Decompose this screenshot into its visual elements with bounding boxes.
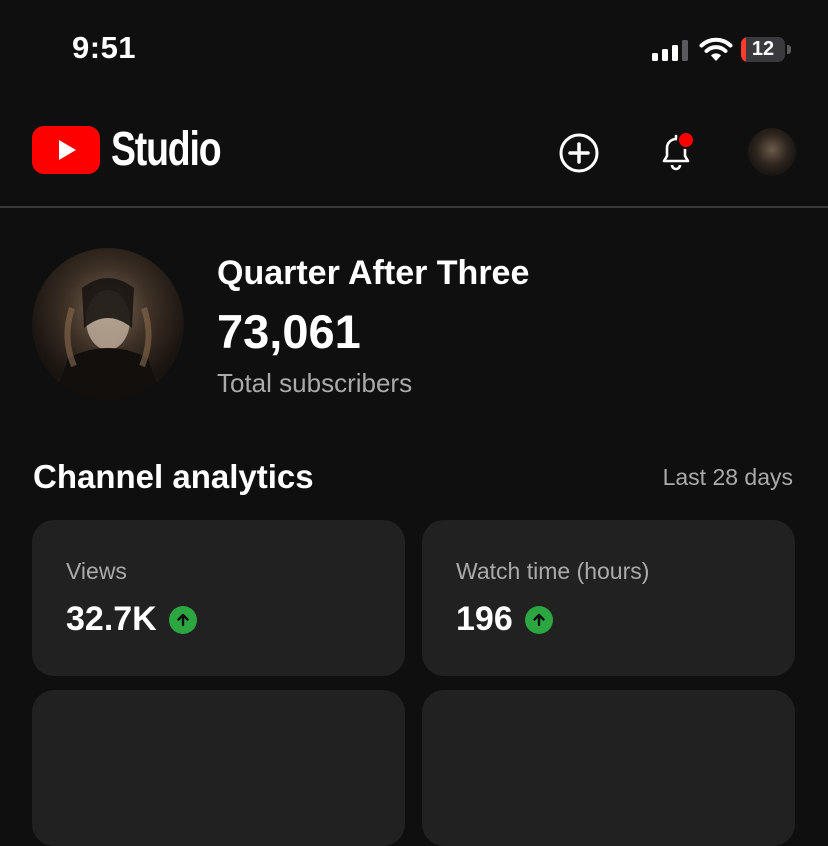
subscriber-label: Total subscribers — [217, 368, 413, 398]
views-value: 32.7K — [66, 600, 157, 638]
trend-up-icon — [524, 605, 553, 634]
subscriber-count: 73,061 — [217, 305, 361, 358]
notification-bell-icon — [662, 131, 695, 171]
header-divider — [0, 206, 828, 208]
create-button[interactable] — [556, 130, 602, 176]
trend-up-icon — [168, 605, 197, 634]
watch-time-card[interactable]: Watch time (hours) 196 — [422, 520, 795, 676]
analytics-period[interactable]: Last 28 days — [663, 464, 793, 491]
status-time: 9:51 — [72, 30, 137, 65]
channel-avatar-image — [54, 278, 162, 400]
views-label: Views — [66, 558, 127, 584]
channel-name: Quarter After Three — [217, 254, 530, 292]
youtube-logo-icon[interactable] — [32, 126, 100, 174]
watch-time-label: Watch time (hours) — [456, 558, 650, 584]
wifi-icon — [699, 37, 733, 61]
analytics-card[interactable] — [32, 690, 405, 846]
channel-avatar[interactable] — [32, 248, 184, 400]
analytics-title: Channel analytics — [33, 458, 314, 495]
app-name: Studio — [111, 123, 222, 176]
notifications-button[interactable] — [653, 129, 699, 175]
create-icon — [559, 133, 599, 173]
watch-time-value: 196 — [456, 600, 513, 638]
battery-icon: 12 — [741, 37, 793, 64]
signal-icon — [652, 40, 688, 61]
views-card[interactable]: Views 32.7K — [32, 520, 405, 676]
battery-level: 12 — [751, 38, 775, 60]
account-avatar[interactable] — [748, 128, 796, 176]
analytics-card[interactable] — [422, 690, 795, 846]
